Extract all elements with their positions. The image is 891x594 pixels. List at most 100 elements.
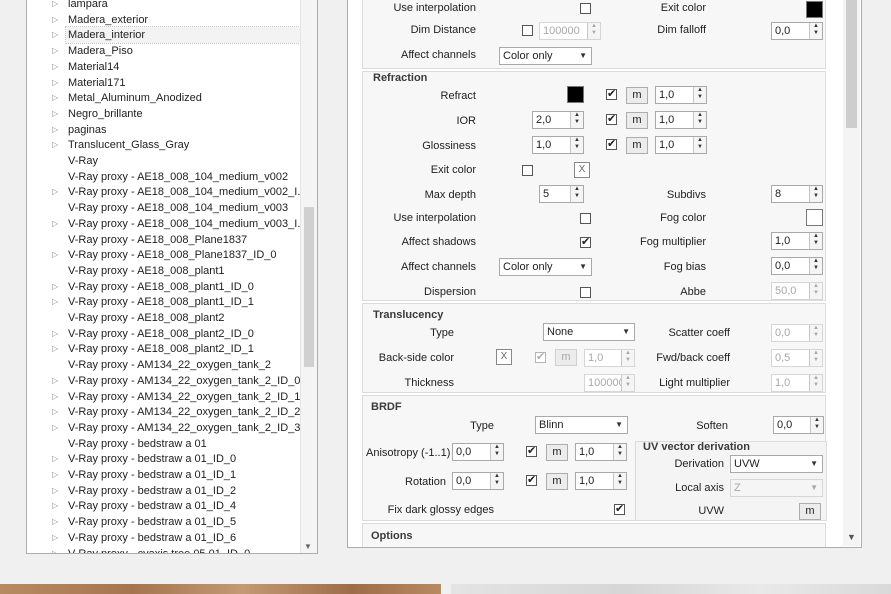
max-depth-spinner[interactable]: 5 ▲ ▼ bbox=[539, 185, 584, 203]
expand-arrow-icon[interactable]: ▷ bbox=[52, 341, 62, 357]
expand-arrow-icon[interactable]: ▷ bbox=[52, 279, 62, 295]
back-side-color-x-button[interactable]: X bbox=[496, 349, 512, 365]
spinner-arrows-icon[interactable]: ▲ ▼ bbox=[570, 137, 583, 153]
expand-arrow-icon[interactable]: ▷ bbox=[52, 90, 62, 106]
panel-scroll-thumb[interactable] bbox=[846, 0, 857, 128]
glossiness-spinner[interactable]: 1,0 ▲ ▼ bbox=[532, 136, 584, 154]
expand-arrow-icon[interactable]: ▷ bbox=[52, 420, 62, 436]
expand-arrow-icon[interactable]: ▷ bbox=[52, 483, 62, 499]
expand-arrow-icon[interactable]: ▷ bbox=[52, 75, 62, 91]
expand-arrow-icon[interactable]: ▷ bbox=[52, 404, 62, 420]
affect-shadows-checkbox[interactable] bbox=[580, 235, 591, 248]
soften-spinner[interactable]: 0,0 ▲ ▼ bbox=[773, 416, 824, 434]
expand-arrow-icon[interactable]: ▷ bbox=[52, 0, 62, 12]
spinner-arrows-icon[interactable]: ▲ ▼ bbox=[809, 233, 822, 249]
local-axis-combo[interactable]: Z ▼ bbox=[730, 479, 823, 497]
refract-color-swatch[interactable] bbox=[567, 86, 584, 103]
expand-arrow-icon[interactable]: ▷ bbox=[52, 216, 62, 232]
expand-arrow-icon[interactable]: ▷ bbox=[52, 106, 62, 122]
spinner-arrows-icon[interactable]: ▲ ▼ bbox=[693, 112, 706, 128]
abbe-spinner[interactable]: 50,0 ▲ ▼ bbox=[771, 282, 823, 300]
expand-arrow-icon[interactable]: ▷ bbox=[52, 59, 62, 75]
expand-arrow-icon[interactable]: ▷ bbox=[52, 137, 62, 153]
rotation-amount-spinner[interactable]: 1,0 ▲ ▼ bbox=[575, 472, 627, 490]
ior-amount-spinner[interactable]: 1,0 ▲ ▼ bbox=[655, 111, 707, 129]
spinner-arrows-icon[interactable]: ▲ ▼ bbox=[570, 186, 583, 202]
refraction-affect-channels-combo[interactable]: Color only ▼ bbox=[499, 258, 592, 276]
refract-map-button[interactable]: m bbox=[626, 87, 648, 104]
spinner-arrows-icon[interactable]: ▲ ▼ bbox=[587, 23, 600, 39]
fog-bias-spinner[interactable]: 0,0 ▲ ▼ bbox=[771, 257, 823, 275]
expand-arrow-icon[interactable]: ▷ bbox=[52, 12, 62, 28]
anisotropy-spinner[interactable]: 0,0 ▲ ▼ bbox=[452, 443, 504, 461]
expand-arrow-icon[interactable]: ▷ bbox=[52, 498, 62, 514]
expand-arrow-icon[interactable]: ▷ bbox=[52, 514, 62, 530]
use-interpolation-checkbox[interactable] bbox=[580, 3, 591, 14]
tree-scroll-thumb[interactable] bbox=[304, 207, 314, 367]
expand-arrow-icon[interactable]: ▷ bbox=[52, 546, 62, 554]
back-side-map-checkbox[interactable] bbox=[535, 350, 546, 363]
expand-arrow-icon[interactable]: ▷ bbox=[52, 451, 62, 467]
refraction-exit-color-checkbox[interactable] bbox=[522, 165, 533, 176]
anisotropy-map-checkbox[interactable] bbox=[526, 444, 537, 457]
spinner-arrows-icon[interactable]: ▲ ▼ bbox=[809, 23, 822, 39]
glossiness-map-button[interactable]: m bbox=[626, 137, 648, 154]
light-multiplier-spinner[interactable]: 1,0 ▲ ▼ bbox=[771, 374, 823, 392]
affect-channels-combo[interactable]: Color only ▼ bbox=[499, 47, 592, 65]
expand-arrow-icon[interactable]: ▷ bbox=[52, 247, 62, 263]
exit-color-x-button[interactable]: X bbox=[574, 162, 590, 178]
expand-arrow-icon[interactable]: ▷ bbox=[52, 530, 62, 546]
spinner-arrows-icon[interactable]: ▲ ▼ bbox=[809, 350, 822, 366]
scatter-coeff-spinner[interactable]: 0,0 ▲ ▼ bbox=[771, 324, 823, 342]
fog-multiplier-spinner[interactable]: 1,0 ▲ ▼ bbox=[771, 232, 823, 250]
subdivs-spinner[interactable]: 8 ▲ ▼ bbox=[771, 185, 823, 203]
dim-distance-checkbox[interactable] bbox=[522, 25, 533, 36]
refract-map-checkbox[interactable] bbox=[606, 87, 617, 100]
spinner-arrows-icon[interactable]: ▲ ▼ bbox=[693, 137, 706, 153]
spinner-arrows-icon[interactable]: ▲ ▼ bbox=[809, 258, 822, 274]
spinner-arrows-icon[interactable]: ▲ ▼ bbox=[809, 325, 822, 341]
expand-arrow-icon[interactable]: ▷ bbox=[52, 326, 62, 342]
refraction-use-interpolation-checkbox[interactable] bbox=[580, 213, 591, 224]
expand-arrow-icon[interactable]: ▷ bbox=[52, 43, 62, 59]
back-side-amount-spinner[interactable]: 1,0 ▲ ▼ bbox=[584, 349, 635, 367]
rotation-spinner[interactable]: 0,0 ▲ ▼ bbox=[452, 472, 504, 490]
fwd-back-coeff-spinner[interactable]: 0,5 ▲ ▼ bbox=[771, 349, 823, 367]
scroll-down-icon[interactable]: ▼ bbox=[304, 542, 312, 551]
ior-map-button[interactable]: m bbox=[626, 112, 648, 129]
anisotropy-map-button[interactable]: m bbox=[546, 444, 568, 461]
spinner-arrows-icon[interactable]: ▲ ▼ bbox=[809, 283, 822, 299]
exit-color-swatch[interactable] bbox=[806, 1, 823, 18]
ior-map-checkbox[interactable] bbox=[606, 112, 617, 125]
fog-color-swatch[interactable] bbox=[806, 209, 823, 226]
spinner-arrows-icon[interactable]: ▲ ▼ bbox=[490, 444, 503, 460]
uvw-map-button[interactable]: m bbox=[799, 503, 821, 520]
refract-amount-spinner[interactable]: 1,0 ▲ ▼ bbox=[655, 86, 707, 104]
glossiness-amount-spinner[interactable]: 1,0 ▲ ▼ bbox=[655, 136, 707, 154]
panel-scrollbar[interactable]: ▼ bbox=[843, 0, 860, 546]
glossiness-map-checkbox[interactable] bbox=[606, 137, 617, 150]
expand-arrow-icon[interactable]: ▷ bbox=[52, 294, 62, 310]
rotation-map-checkbox[interactable] bbox=[526, 473, 537, 486]
spinner-arrows-icon[interactable]: ▲ ▼ bbox=[693, 87, 706, 103]
rotation-map-button[interactable]: m bbox=[546, 473, 568, 490]
spinner-arrows-icon[interactable]: ▲ ▼ bbox=[809, 375, 822, 391]
fix-dark-glossy-edges-checkbox[interactable] bbox=[614, 502, 625, 515]
translucency-type-combo[interactable]: None ▼ bbox=[543, 323, 635, 341]
spinner-arrows-icon[interactable]: ▲ ▼ bbox=[613, 473, 626, 489]
spinner-arrows-icon[interactable]: ▲ ▼ bbox=[621, 375, 634, 391]
ior-spinner[interactable]: 2,0 ▲ ▼ bbox=[532, 111, 584, 129]
expand-arrow-icon[interactable]: ▷ bbox=[52, 27, 62, 43]
dim-falloff-spinner[interactable]: 0,0 ▲ ▼ bbox=[771, 22, 823, 40]
derivation-combo[interactable]: UVW ▼ bbox=[730, 455, 823, 473]
dim-distance-spinner[interactable]: 100000 ▲ ▼ bbox=[539, 22, 601, 40]
expand-arrow-icon[interactable]: ▷ bbox=[52, 467, 62, 483]
expand-arrow-icon[interactable]: ▷ bbox=[52, 373, 62, 389]
brdf-type-combo[interactable]: Blinn ▼ bbox=[535, 416, 628, 434]
expand-arrow-icon[interactable]: ▷ bbox=[52, 389, 62, 405]
expand-arrow-icon[interactable]: ▷ bbox=[52, 122, 62, 138]
tree-scrollbar[interactable]: ▼ bbox=[300, 0, 317, 553]
thickness-spinner[interactable]: 100000 ▲ ▼ bbox=[584, 374, 635, 392]
spinner-arrows-icon[interactable]: ▲ ▼ bbox=[613, 444, 626, 460]
spinner-arrows-icon[interactable]: ▲ ▼ bbox=[809, 186, 822, 202]
